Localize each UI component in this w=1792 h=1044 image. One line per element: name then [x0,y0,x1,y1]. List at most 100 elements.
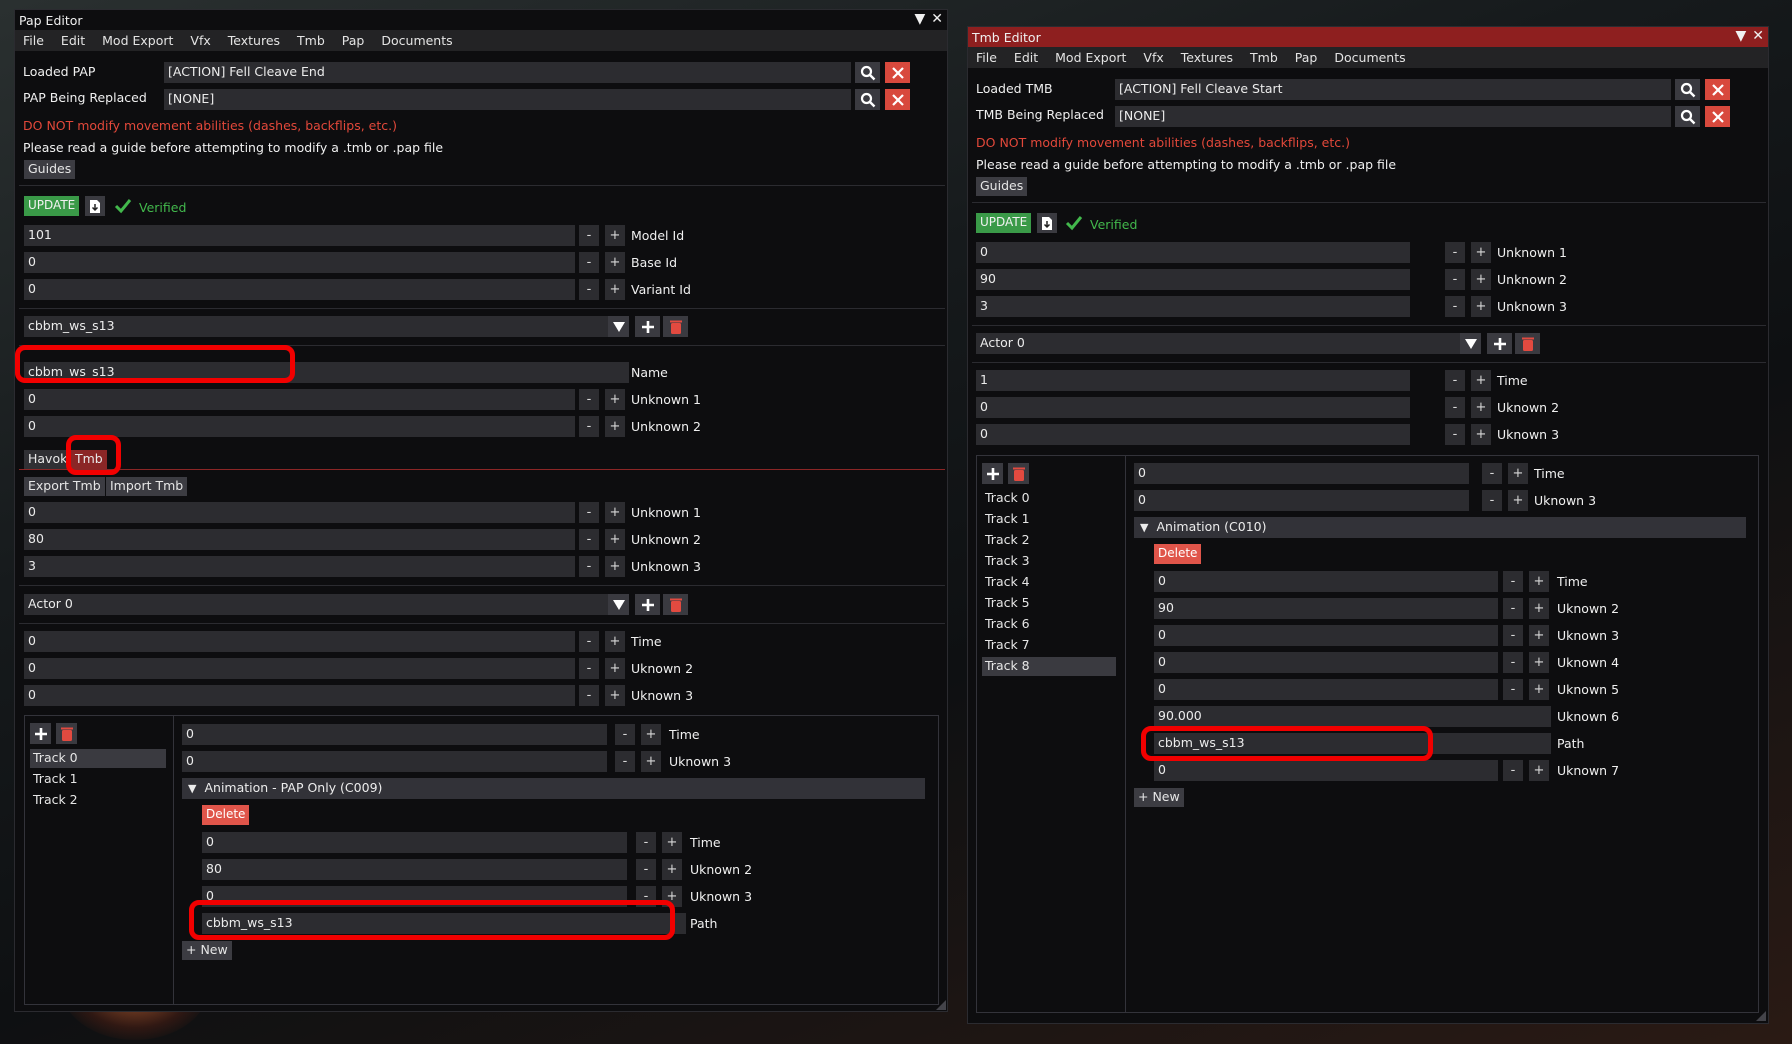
import-tmb-button[interactable]: Import Tmb [106,477,188,496]
track-item[interactable]: Track 5 [982,594,1116,613]
increment-button[interactable]: + [1471,269,1491,290]
decrement-button[interactable]: - [579,502,599,523]
tmb-unknown-1-field[interactable]: 0 [24,502,575,523]
unknown-2-field[interactable]: 0 [24,416,575,437]
decrement-button[interactable]: - [579,225,599,246]
decrement-button[interactable]: - [1503,679,1523,700]
tmb-unknown-3-field[interactable]: 3 [24,556,575,577]
tmb-unknown-2-field[interactable]: 90 [976,269,1410,290]
delete-button[interactable] [663,316,688,337]
animation-entry-header[interactable]: ▼ Animation - PAP Only (C009) [182,778,925,799]
decrement-button[interactable]: - [1445,296,1465,317]
increment-button[interactable]: + [1508,463,1528,484]
clear-button[interactable] [1705,79,1730,100]
decrement-button[interactable]: - [636,832,656,853]
increment-button[interactable]: + [1529,571,1549,592]
menu-edit[interactable]: Edit [61,33,85,48]
track-time-field[interactable]: 0 [1134,463,1469,484]
actor-unknown-2-field[interactable]: 0 [976,397,1410,418]
tmb-replaced-field[interactable]: [NONE] [1115,106,1671,127]
track-item[interactable]: Track 8 [982,657,1116,676]
pap-replaced-field[interactable]: [NONE] [164,89,851,110]
track-item[interactable]: Track 7 [982,636,1116,655]
decrement-button[interactable]: - [1445,424,1465,445]
menu-file[interactable]: File [976,50,997,65]
new-entry-button[interactable]: + New [1134,788,1184,807]
update-button[interactable]: UPDATE [976,213,1032,233]
guides-button[interactable]: Guides [24,160,76,179]
increment-button[interactable]: + [1529,625,1549,646]
track-time-field[interactable]: 0 [182,724,607,745]
decrement-button[interactable]: - [579,658,599,679]
track-item[interactable]: Track 3 [982,552,1116,571]
increment-button[interactable]: + [605,631,625,652]
increment-button[interactable]: + [641,724,661,745]
collapse-icon[interactable]: ▼ [1735,28,1746,44]
delete-entry-button[interactable]: Delete [202,805,250,825]
decrement-button[interactable]: - [1445,370,1465,391]
base-id-field[interactable]: 0 [24,252,575,273]
increment-button[interactable]: + [1471,397,1491,418]
clear-button[interactable] [885,62,910,83]
unknown-1-field[interactable]: 0 [24,389,575,410]
increment-button[interactable]: + [1529,679,1549,700]
increment-button[interactable]: + [1471,424,1491,445]
increment-button[interactable]: + [641,751,661,772]
increment-button[interactable]: + [605,416,625,437]
increment-button[interactable]: + [605,389,625,410]
track-item[interactable]: Track 6 [982,615,1116,634]
menu-documents[interactable]: Documents [381,33,452,48]
menu-pap[interactable]: Pap [1295,50,1318,65]
menu-documents[interactable]: Documents [1334,50,1405,65]
actor-time-field[interactable]: 0 [24,631,575,652]
entry-unknown-2-field[interactable]: 90 [1154,598,1498,619]
track-item[interactable]: Track 2 [30,791,166,810]
actor-unknown-2-field[interactable]: 0 [24,658,575,679]
increment-button[interactable]: + [605,279,625,300]
increment-button[interactable]: + [1529,652,1549,673]
actor-unknown-3-field[interactable]: 0 [976,424,1410,445]
delete-button[interactable] [663,594,688,615]
tab-havok[interactable]: Havok [24,450,72,469]
actor-select[interactable]: Actor 0 [976,333,1481,354]
clear-button[interactable] [1705,106,1730,127]
add-button[interactable] [635,594,660,615]
resize-grip[interactable] [1756,1011,1766,1021]
track-item[interactable]: Track 1 [30,770,166,789]
decrement-button[interactable]: - [579,389,599,410]
tmb-unknown-1-field[interactable]: 0 [976,242,1410,263]
new-entry-button[interactable]: + New [182,941,232,960]
entry-unknown-2-field[interactable]: 80 [202,859,627,880]
entry-unknown-7-field[interactable]: 0 [1154,760,1498,781]
entry-unknown-3-field[interactable]: 0 [1154,625,1498,646]
search-button[interactable] [855,62,880,83]
save-file-icon[interactable] [85,196,105,216]
decrement-button[interactable]: - [1445,269,1465,290]
decrement-button[interactable]: - [1445,242,1465,263]
resize-grip[interactable] [936,1000,946,1010]
track-item[interactable]: Track 1 [982,510,1116,529]
delete-track-button[interactable] [1008,463,1029,484]
decrement-button[interactable]: - [1503,760,1523,781]
entry-time-field[interactable]: 0 [202,832,627,853]
decrement-button[interactable]: - [1482,490,1502,511]
variant-id-field[interactable]: 0 [24,279,575,300]
menu-tmb[interactable]: Tmb [1250,50,1278,65]
loaded-pap-field[interactable]: [ACTION] Fell Cleave End [164,62,851,83]
increment-button[interactable]: + [605,252,625,273]
menu-textures[interactable]: Textures [228,33,280,48]
decrement-button[interactable]: - [1482,463,1502,484]
menu-file[interactable]: File [23,33,44,48]
increment-button[interactable]: + [1471,296,1491,317]
menu-vfx[interactable]: Vfx [1143,50,1163,65]
loaded-tmb-field[interactable]: [ACTION] Fell Cleave Start [1115,79,1671,100]
decrement-button[interactable]: - [579,685,599,706]
menu-mod-export[interactable]: Mod Export [1055,50,1126,65]
increment-button[interactable]: + [1529,598,1549,619]
decrement-button[interactable]: - [1503,598,1523,619]
animation-entry-header[interactable]: ▼ Animation (C010) [1134,517,1746,538]
track-unknown-3-field[interactable]: 0 [182,751,607,772]
decrement-button[interactable]: - [579,556,599,577]
add-button[interactable] [1487,333,1512,354]
update-button[interactable]: UPDATE [24,196,80,216]
